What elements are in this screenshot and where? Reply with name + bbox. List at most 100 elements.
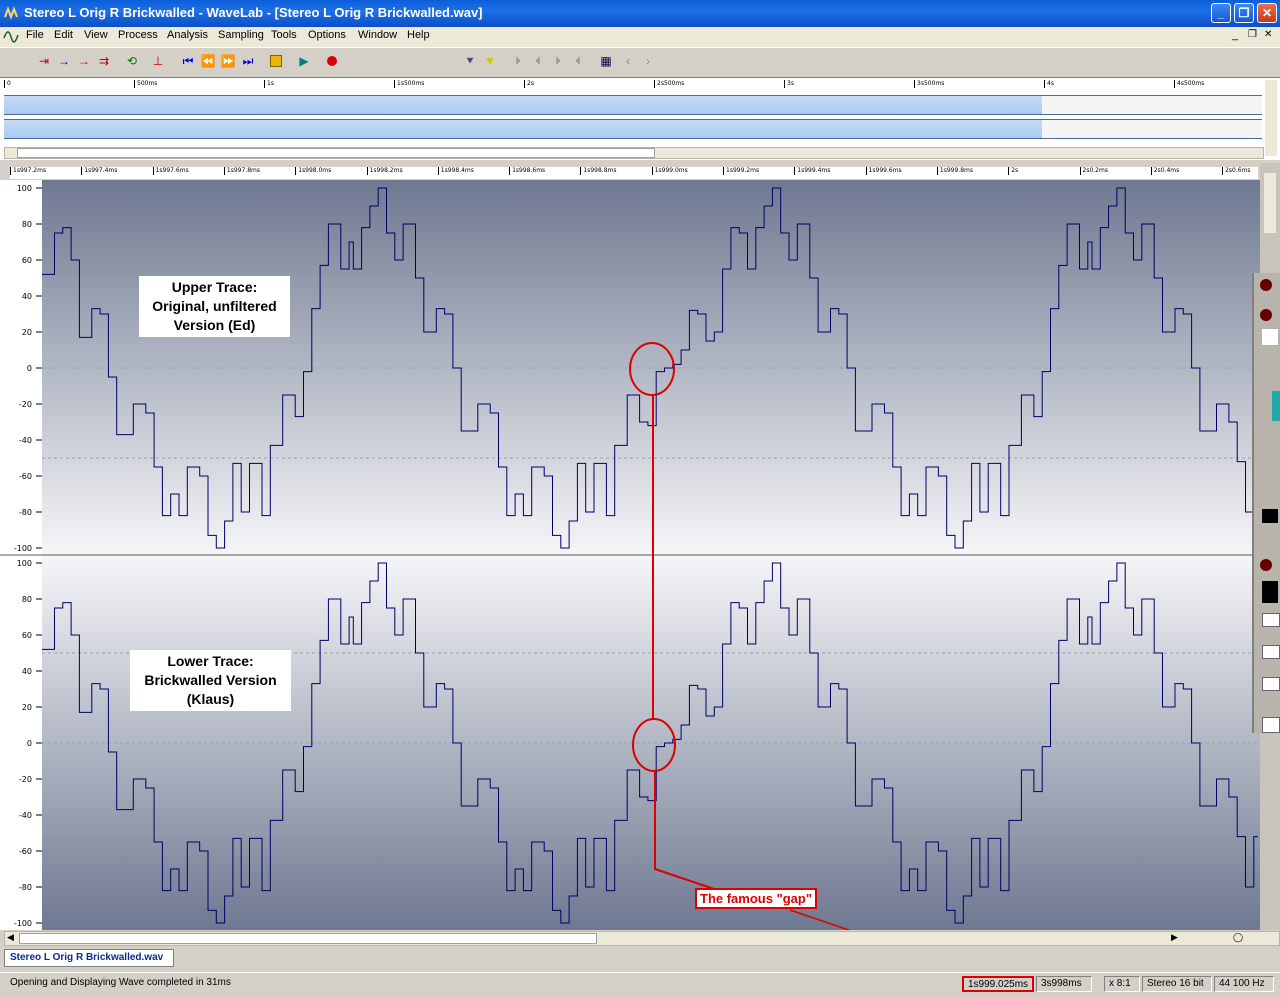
rewind-icon[interactable]: ⏪ [200, 53, 216, 69]
snap-icon[interactable]: ⯆ [462, 53, 478, 69]
menu-edit[interactable]: Edit [54, 29, 73, 41]
zoom-factor[interactable]: x 8:1 [1104, 976, 1140, 992]
overview-right-channel[interactable] [4, 119, 1042, 139]
y-axis-label: 80 [22, 220, 32, 229]
wave-display[interactable]: 1s997.2ms 1s997.4ms 1s997.6ms 1s997.8ms 1s99… [0, 163, 1260, 930]
zoom-slider-icon[interactable]: ◯ [1233, 932, 1243, 943]
upper-trace-label: Upper Trace: Original, unfiltered Versio… [139, 276, 290, 337]
y-axis-label: 100 [17, 559, 32, 568]
maximize-button[interactable]: ❐ [1234, 3, 1254, 23]
vertical-zoom-slider[interactable] [1264, 173, 1276, 233]
loop-icon[interactable]: ⟲ [124, 53, 140, 69]
overview-ruler-tick: 3s [784, 80, 794, 88]
panel3-field-2[interactable] [1262, 645, 1280, 659]
wavelab-logo-icon [4, 6, 18, 20]
y-axis-label: 0 [27, 739, 32, 748]
scroll-left-icon[interactable]: ◀ [7, 932, 14, 943]
y-axis-label: -20 [19, 400, 32, 409]
overview-scrollbar[interactable] [4, 147, 1264, 159]
wave-document-icon[interactable] [3, 29, 19, 48]
panel3-close-icon[interactable] [1260, 559, 1272, 571]
split-icon[interactable]: ⊥ [150, 53, 166, 69]
y-axis-label: 40 [22, 667, 32, 676]
panel3-field-3[interactable] [1262, 677, 1280, 691]
menu-window[interactable]: Window [358, 29, 397, 41]
menu-view[interactable]: View [84, 29, 108, 41]
window-title: Stereo L Orig R Brickwalled - WaveLab - … [24, 5, 483, 20]
overview-left-rest [1042, 95, 1262, 115]
panel3-field-1[interactable] [1262, 613, 1280, 627]
forward-icon[interactable]: › [640, 53, 656, 69]
minimize-button[interactable]: _ [1211, 3, 1231, 23]
y-axis-label: 20 [22, 328, 32, 337]
y-axis-label: -60 [19, 847, 32, 856]
overview-scroll-thumb[interactable] [17, 148, 655, 158]
overview-ruler-tick: 2s500ms [654, 80, 684, 88]
menu-options[interactable]: Options [308, 29, 346, 41]
audio-format[interactable]: Stereo 16 bit [1142, 976, 1212, 992]
panel2-close-icon[interactable] [1260, 309, 1272, 321]
marker-nav4-icon: ⏴ [574, 53, 581, 68]
sample-rate[interactable]: 44 100 Hz [1214, 976, 1274, 992]
y-axis-label: -40 [19, 436, 32, 445]
document-tab[interactable]: Stereo L Orig R Brickwalled.wav [4, 949, 174, 967]
overview-ruler-tick: 1s [264, 80, 274, 88]
menu-analysis[interactable]: Analysis [167, 29, 208, 41]
y-axis-label: 60 [22, 256, 32, 265]
marker-nav-icon: ⏵ [514, 53, 521, 68]
panel-close-icon[interactable] [1260, 279, 1272, 291]
scroll-right-icon[interactable]: ▶ [1171, 932, 1178, 943]
multi-marker-icon[interactable]: ⇉ [96, 53, 112, 69]
overview-vscroll[interactable] [1265, 80, 1277, 156]
back-icon[interactable]: ‹ [620, 53, 636, 69]
marker-nav2-icon: ⏴ [534, 53, 541, 68]
overview-ruler-tick: 4s [1044, 80, 1054, 88]
insert-marker-icon[interactable]: ⇥ [36, 53, 52, 69]
snap-options-icon[interactable]: ▼ [482, 53, 498, 69]
title-bar: Stereo L Orig R Brickwalled - WaveLab - … [0, 0, 1280, 27]
overview-right-rest [1042, 119, 1262, 139]
doc-close-button[interactable]: ✕ [1264, 29, 1272, 40]
menu-tools[interactable]: Tools [271, 29, 297, 41]
overview-ruler-tick: 0 [4, 80, 11, 88]
menu-help[interactable]: Help [407, 29, 430, 41]
y-axis-label: 20 [22, 703, 32, 712]
go-end-icon[interactable]: ⏭ [240, 53, 256, 69]
y-axis-label: -80 [19, 508, 32, 517]
marker-nav3-icon: ⏵ [554, 53, 561, 68]
go-start-icon[interactable]: ⏮ [180, 53, 196, 69]
menu-bar: File Edit View Process Analysis Sampling… [0, 27, 1280, 47]
calendar-icon[interactable]: ▦ [598, 53, 614, 69]
doc-restore-button[interactable]: ❐ [1248, 29, 1257, 40]
gap-annotation: The famous "gap" [695, 888, 818, 909]
menu-sampling[interactable]: Sampling [218, 29, 264, 41]
cursor-position[interactable]: 1s999.025ms [962, 976, 1034, 992]
overview-ruler: 0 500ms 1s 1s500ms 2s 2s500ms 3s 3s500ms 4s 4s500… [4, 80, 1262, 90]
stop-icon[interactable] [268, 53, 284, 69]
doc-minimize-button[interactable]: _ [1232, 29, 1238, 41]
y-axis-label: 80 [22, 595, 32, 604]
y-axis-label: 60 [22, 631, 32, 640]
toolbar: ⇥ → → ⇉ ⟲ ⊥ ⏮ ⏪ ⏩ ⏭ ▶ ⯆ ▼ ⏵ ⏴ ⏵ ⏴ ▦ ‹ › [0, 47, 1280, 76]
meter-readout [1262, 329, 1278, 345]
marker-right-icon[interactable]: → [76, 53, 92, 69]
main-hscrollbar[interactable]: ◀ ▶ ◯ [4, 931, 1280, 946]
right-panel-strip [1252, 163, 1280, 930]
y-axis-label: -40 [19, 811, 32, 820]
menu-file[interactable]: File [26, 29, 44, 41]
overview-ruler-tick: 3s500ms [914, 80, 944, 88]
y-axis-label: -100 [14, 544, 32, 553]
menu-process[interactable]: Process [118, 29, 158, 41]
record-icon[interactable] [324, 53, 340, 69]
panel3-display [1262, 581, 1278, 603]
overview-ruler-tick: 2s [524, 80, 534, 88]
panel3-button[interactable] [1262, 717, 1280, 733]
main-scroll-thumb[interactable] [19, 933, 597, 944]
fast-forward-icon[interactable]: ⏩ [220, 53, 236, 69]
overview-left-channel[interactable] [4, 95, 1042, 115]
play-icon[interactable]: ▶ [296, 53, 312, 69]
close-button[interactable]: ✕ [1257, 3, 1277, 23]
y-axis-label: -80 [19, 883, 32, 892]
next-marker-icon[interactable]: → [56, 53, 72, 69]
meter-panel [1252, 273, 1280, 733]
